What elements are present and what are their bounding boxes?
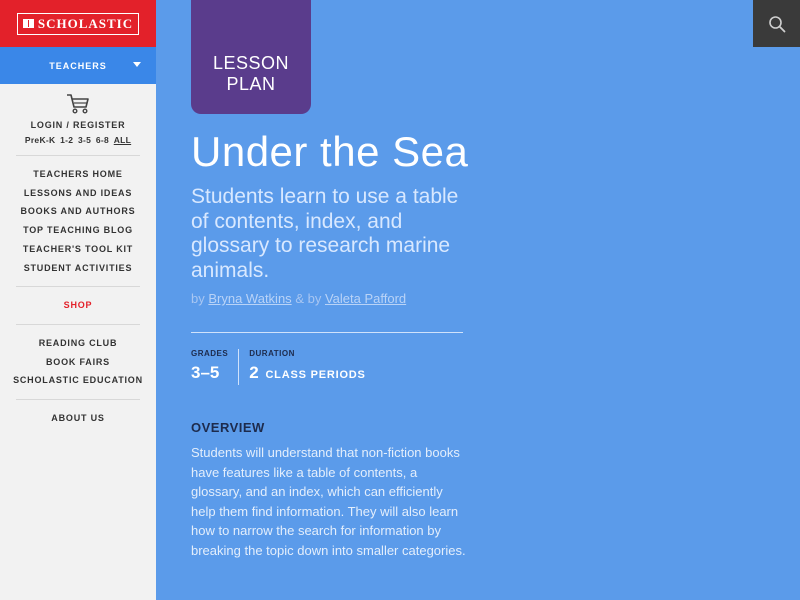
ampersand: &: [295, 291, 304, 306]
author-link-1[interactable]: Bryna Watkins: [208, 291, 291, 306]
login-register-link[interactable]: LOGIN / REGISTER: [0, 120, 156, 130]
scholastic-book-icon: [22, 19, 34, 28]
grades-value: 3–5: [191, 363, 220, 382]
nav-item-teachers-tool-kit[interactable]: TEACHER'S TOOL KIT: [0, 240, 156, 259]
by-label: by: [191, 291, 205, 306]
chevron-down-icon: [133, 62, 141, 67]
nav-item-top-teaching-blog[interactable]: TOP TEACHING BLOG: [0, 221, 156, 240]
nav-item-teachers-home[interactable]: TEACHERS HOME: [0, 165, 156, 184]
nav-item-lessons-and-ideas[interactable]: LESSONS AND IDEAS: [0, 184, 156, 203]
divider: [191, 332, 463, 333]
nav-item-book-fairs[interactable]: BOOK FAIRS: [0, 353, 156, 372]
grade-links: PreK-K 1-2 3-5 6-8 ALL: [0, 135, 156, 145]
duration-value: 2: [249, 363, 259, 382]
duration-block: DURATION 2 CLASS PERIODS: [238, 349, 375, 385]
role-selector[interactable]: TEACHERS: [0, 47, 156, 84]
grade-link-1-2[interactable]: 1-2: [60, 135, 73, 145]
badge-line-1: LESSON: [212, 53, 290, 73]
page-title: Under the Sea: [191, 128, 469, 175]
authors-line: by Bryna Watkins & by Valeta Pafford: [191, 291, 406, 306]
cart-icon[interactable]: [66, 93, 90, 115]
lesson-subtitle: Students learn to use a table of content…: [191, 185, 459, 282]
duration-value-row: 2 CLASS PERIODS: [249, 363, 365, 385]
search-button[interactable]: [753, 0, 800, 47]
sidebar: SCHOLASTIC TEACHERS LOGIN / REGISTER Pre…: [0, 0, 156, 600]
grade-link-prek-k[interactable]: PreK-K: [25, 135, 56, 145]
logo-bar[interactable]: SCHOLASTIC: [0, 0, 156, 47]
grades-label: GRADES: [191, 349, 229, 358]
author-link-2[interactable]: Valeta Pafford: [325, 291, 406, 306]
duration-unit: CLASS PERIODS: [265, 369, 366, 381]
grade-link-3-5[interactable]: 3-5: [78, 135, 91, 145]
overview-heading: OVERVIEW: [191, 420, 265, 435]
scholastic-logo[interactable]: SCHOLASTIC: [16, 12, 140, 35]
nav-shop: SHOP: [0, 287, 156, 324]
lesson-plan-badge: LESSON PLAN: [191, 0, 311, 114]
nav-programs: READING CLUB BOOK FAIRS SCHOLASTIC EDUCA…: [0, 325, 156, 399]
nav-item-shop[interactable]: SHOP: [0, 296, 156, 315]
nav-item-reading-club[interactable]: READING CLUB: [0, 334, 156, 353]
duration-label: DURATION: [249, 349, 295, 358]
nav-item-about-us[interactable]: ABOUT US: [0, 409, 156, 428]
nav-item-student-activities[interactable]: STUDENT ACTIVITIES: [0, 259, 156, 278]
search-icon: [768, 15, 785, 32]
logo-text: SCHOLASTIC: [37, 15, 134, 31]
nav-item-books-and-authors[interactable]: BOOKS AND AUTHORS: [0, 202, 156, 221]
grade-link-all[interactable]: ALL: [114, 135, 131, 145]
role-selector-label: TEACHERS: [49, 60, 107, 71]
nav-about: ABOUT US: [0, 400, 156, 437]
grades-block: GRADES 3–5: [191, 349, 238, 385]
nav-main: TEACHERS HOME LESSONS AND IDEAS BOOKS AN…: [0, 156, 156, 286]
badge-line-2: PLAN: [226, 74, 276, 94]
nav-item-scholastic-education[interactable]: SCHOLASTIC EDUCATION: [0, 371, 156, 390]
lesson-meta: GRADES 3–5 DURATION 2 CLASS PERIODS: [191, 349, 376, 385]
grade-link-6-8[interactable]: 6-8: [96, 135, 109, 145]
overview-text: Students will understand that non-fictio…: [191, 445, 466, 558]
by-label: by: [307, 291, 322, 306]
